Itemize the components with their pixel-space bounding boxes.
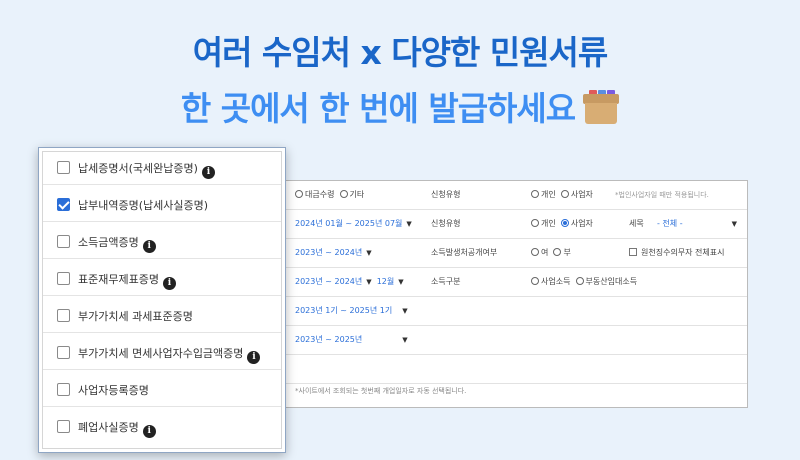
tax-item-select[interactable]: - 전체 - ▼ [657, 210, 737, 238]
auto-select-note: *사이트에서 조회되는 첫번째 개업일자로 자동 선택됩니다. [295, 387, 467, 395]
vat-period-value: 2023년 1기 ~ 2025년 1기 [295, 306, 393, 315]
list-item-label: 납부내역증명(납세사실증명) [78, 199, 209, 212]
radio-business-2[interactable] [560, 219, 569, 227]
list-item-label: 부가가치세 면세사업자수입금액증명 [78, 347, 244, 360]
checkbox[interactable] [57, 420, 70, 433]
radio-individual-label: 개인 [541, 190, 556, 199]
info-icon[interactable]: i [142, 425, 156, 438]
list-item-label: 표준재무제표증명 [78, 273, 159, 286]
radio-individual[interactable] [531, 190, 539, 198]
year-range-select[interactable]: 2023년 ~ 2024년 ▼ [295, 239, 372, 267]
chevron-down-icon: ▼ [366, 249, 372, 257]
list-item-tax-payment-cert[interactable]: 납세증명서(국세완납증명) i [43, 152, 281, 185]
radio-individual-2-label: 개인 [541, 219, 556, 228]
form-row-exempt-period: 2023년 ~ 2025년 ▼ [285, 326, 747, 355]
checkbox[interactable] [57, 161, 70, 174]
list-item-label: 납세증명서(국세완납증명) [78, 162, 198, 175]
checkbox[interactable] [57, 346, 70, 359]
radio-rental-income[interactable] [575, 277, 584, 285]
period-select-value: 2024년 01월 ~ 2025년 07월 [295, 219, 403, 228]
period-select[interactable]: 2024년 01월 ~ 2025년 07월 ▼ [295, 210, 412, 238]
form-row-receipt: 대금수령 기타 신청유형 개인 사업자 *법인사업자일 때만 적용됩니다. [285, 181, 747, 210]
radio-business-2-label: 사업자 [570, 219, 593, 228]
radio-no[interactable] [553, 248, 562, 256]
list-item-closure-cert[interactable]: 폐업사실증명 i [43, 411, 281, 444]
income-type-label: 소득구분 [431, 277, 461, 286]
checkbox[interactable] [57, 309, 70, 322]
apply-type-group-2[interactable]: 개인 사업자 [531, 210, 593, 238]
tax-item-label: 세목 [629, 219, 644, 228]
radio-rental-income-label: 부동산임대소득 [585, 277, 638, 286]
radio-individual-2[interactable] [531, 219, 539, 227]
certificate-list: 납세증명서(국세완납증명) i 납부내역증명(납세사실증명) 소득금액증명 i 표준… [42, 151, 282, 449]
apply-type-label-2: 신청유형 [431, 219, 461, 228]
list-item-vat-base-cert[interactable]: 부가가치세 과세표준증명 [43, 300, 281, 333]
form-row-empty [285, 355, 747, 384]
form-row-vat-period: 2023년 1기 ~ 2025년 1기 ▼ [285, 297, 747, 326]
checkbox-withholder[interactable] [629, 248, 637, 256]
list-item-income-cert[interactable]: 소득금액증명 i [43, 226, 281, 259]
tax-item-select-value: - 전체 - [657, 219, 683, 228]
radio-business-label: 사업자 [570, 190, 593, 199]
checkbox[interactable] [57, 198, 70, 211]
list-item-vat-exempt-cert[interactable]: 부가가치세 면세사업자수입금액증명 i [43, 337, 281, 370]
exempt-period-value: 2023년 ~ 2025년 [295, 335, 363, 344]
radio-receipt-label: 대금수령 [305, 190, 335, 199]
info-icon[interactable]: i [142, 240, 156, 253]
list-item-label: 소득금액증명 [78, 236, 139, 249]
chevron-down-icon: ▼ [402, 307, 408, 315]
apply-type-label: 신청유형 [431, 190, 461, 199]
apply-type-group[interactable]: 개인 사업자 [531, 181, 593, 209]
form-row-income-disclosure: 2023년 ~ 2024년 ▼ 소득발생처공개여부 여 부 원천징수의무자 전체표… [285, 239, 747, 268]
checkbox[interactable] [57, 235, 70, 248]
headline-line2: 한 곳에서 한 번에 발급하세요 [0, 82, 800, 130]
chevron-down-icon: ▼ [406, 220, 412, 228]
receipt-type-group[interactable]: 대금수령 기타 [295, 181, 364, 209]
info-icon[interactable]: i [201, 166, 215, 179]
year-range-value: 2023년 ~ 2024년 [295, 248, 363, 257]
headline-line2-text: 한 곳에서 한 번에 발급하세요 [180, 89, 576, 128]
year-month-year: 2023년 ~ 2024년 [295, 277, 363, 286]
chevron-down-icon: ▼ [731, 220, 737, 228]
list-item-business-registration-cert[interactable]: 사업자등록증명 [43, 374, 281, 407]
radio-yes-label: 여 [541, 248, 549, 257]
list-item-label: 사업자등록증명 [78, 384, 149, 397]
certificate-list-panel: 납세증명서(국세완납증명) i 납부내역증명(납세사실증명) 소득금액증명 i 표준… [38, 147, 286, 453]
chevron-down-icon: ▼ [402, 336, 408, 344]
withholder-checkbox[interactable]: 원천징수의무자 전체표시 [629, 239, 725, 267]
chevron-down-icon: ▼ [366, 278, 372, 286]
headline-line1: 여러 수임처 x 다양한 민원서류 [192, 33, 609, 72]
radio-business-income[interactable] [531, 277, 539, 285]
year-month-month: 12월 [376, 277, 395, 286]
document-box-icon [583, 90, 620, 124]
radio-other[interactable] [339, 190, 348, 198]
list-item-label: 부가가치세 과세표준증명 [78, 310, 193, 323]
info-icon[interactable]: i [162, 277, 176, 290]
info-icon[interactable]: i [247, 351, 261, 364]
checkbox[interactable] [57, 272, 70, 285]
radio-other-label: 기타 [349, 190, 365, 199]
vat-period-select[interactable]: 2023년 1기 ~ 2025년 1기 ▼ [295, 297, 408, 325]
list-item-label: 폐업사실증명 [78, 421, 139, 434]
chevron-down-icon: ▼ [398, 278, 404, 286]
form-row-income-type: 2023년 ~ 2024년 ▼ 12월 ▼ 소득구분 사업소득 부동산임대소득 [285, 268, 747, 297]
form-row-period: 2024년 01월 ~ 2025년 07월 ▼ 신청유형 개인 사업자 세목 - … [285, 210, 747, 239]
exempt-period-select[interactable]: 2023년 ~ 2025년 ▼ [295, 326, 408, 354]
withholder-label: 원천징수의무자 전체표시 [641, 248, 725, 257]
radio-business[interactable] [560, 190, 569, 198]
checkbox[interactable] [57, 383, 70, 396]
application-form: 대금수령 기타 신청유형 개인 사업자 *법인사업자일 때만 적용됩니다. 20… [284, 180, 748, 408]
disclosure-label: 소득발생처공개여부 [431, 248, 498, 257]
corporate-hint: *법인사업자일 때만 적용됩니다. [615, 191, 709, 199]
list-item-financial-statement-cert[interactable]: 표준재무제표증명 i [43, 263, 281, 296]
radio-yes[interactable] [531, 248, 539, 256]
radio-business-income-label: 사업소득 [541, 277, 571, 286]
list-item-payment-history-cert[interactable]: 납부내역증명(납세사실증명) [43, 189, 281, 222]
disclosure-group[interactable]: 여 부 [531, 239, 571, 267]
income-type-group[interactable]: 사업소득 부동산임대소득 [531, 268, 637, 296]
year-month-select[interactable]: 2023년 ~ 2024년 ▼ 12월 ▼ [295, 268, 404, 296]
radio-receipt[interactable] [295, 190, 303, 198]
radio-no-label: 부 [563, 248, 571, 257]
